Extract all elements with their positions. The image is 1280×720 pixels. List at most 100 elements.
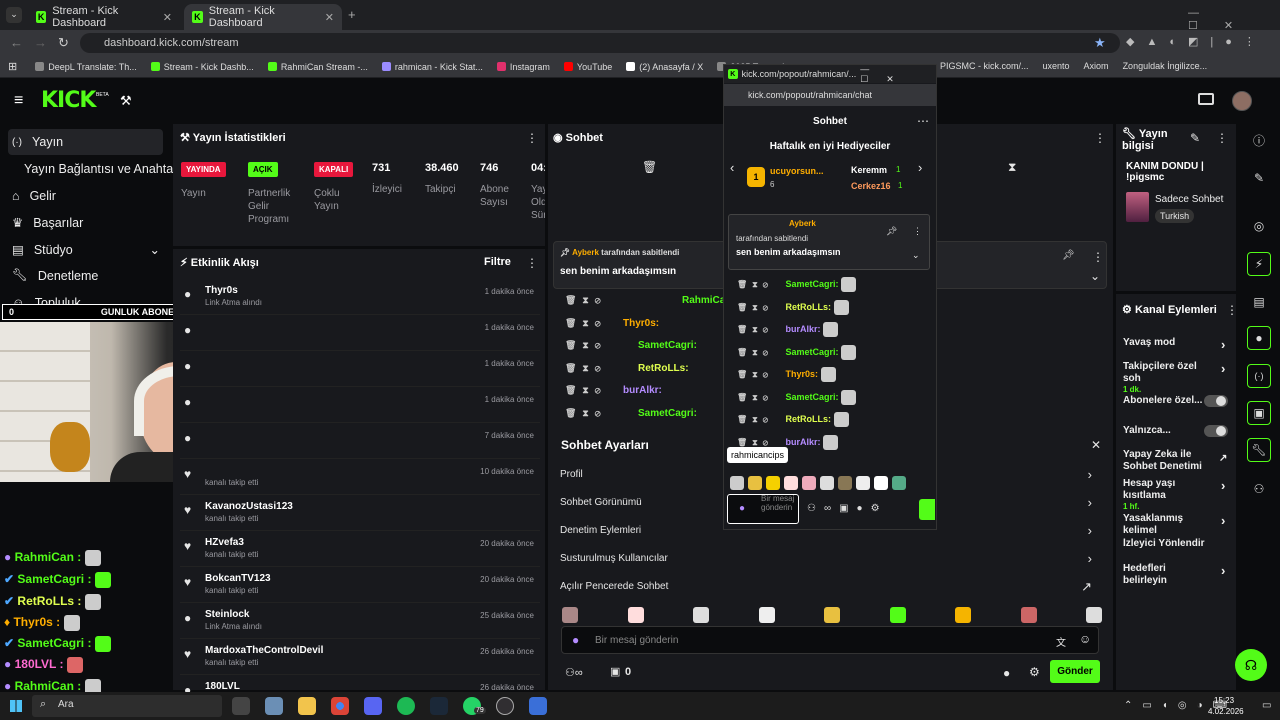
filter-button[interactable]: Filtre bbox=[484, 256, 511, 268]
app-icon[interactable] bbox=[265, 697, 283, 715]
gear-icon[interactable]: ⚙ bbox=[1029, 665, 1040, 679]
mod-actions-icon[interactable]: 🗑︎⧗⊘ bbox=[565, 340, 607, 350]
translate-icon[interactable]: 文 bbox=[1056, 634, 1066, 649]
apps-icon[interactable]: ⊞ bbox=[8, 60, 17, 73]
obs-icon[interactable] bbox=[496, 697, 514, 715]
more-icon[interactable]: ⋮ bbox=[1092, 250, 1104, 264]
sidebar-item-yayin[interactable]: (·) Yayın bbox=[8, 129, 163, 155]
emote[interactable] bbox=[562, 607, 578, 623]
pin-icon[interactable]: 📌︎ bbox=[1062, 250, 1075, 261]
emote[interactable] bbox=[784, 476, 798, 490]
chat-username[interactable]: Thyr0s: bbox=[623, 318, 659, 329]
wallet-icon[interactable] bbox=[1198, 93, 1214, 105]
more-icon[interactable]: ⋮ bbox=[913, 226, 922, 237]
mod-actions-icon[interactable]: 🗑︎⧗⊘ bbox=[737, 415, 773, 424]
new-tab-icon[interactable]: + bbox=[348, 7, 356, 22]
chevron-left-icon[interactable]: ‹ bbox=[730, 160, 734, 175]
sidebar-item-basarilar[interactable]: ♛ Başarılar bbox=[12, 215, 83, 231]
emoji-icon[interactable]: ☺ bbox=[1079, 632, 1091, 646]
sidebar-item-stream-key[interactable]: Yayın Bağlantısı ve Anahtarı bbox=[24, 162, 181, 176]
pin-icon[interactable]: 📌︎ bbox=[886, 226, 897, 237]
bookmark-item[interactable]: Stream - Kick Dashb... bbox=[150, 62, 254, 72]
channel-action-row[interactable]: Hesap yaşı kısıtlama 1 hf. › bbox=[1123, 478, 1228, 511]
popout-footer-icons[interactable]: ⚇∞▣●⚙ bbox=[807, 503, 888, 514]
chat-username[interactable]: Thyr0s: bbox=[786, 369, 819, 379]
emote[interactable] bbox=[1086, 607, 1102, 623]
bookmark-item[interactable]: Zonguldak İngilizce... bbox=[1123, 61, 1208, 71]
bookmark-item[interactable]: rahmican - Kick Stat... bbox=[381, 62, 483, 72]
bookmark-item[interactable]: uxento bbox=[1043, 61, 1070, 71]
toggle-switch[interactable] bbox=[1204, 395, 1228, 407]
chat-username[interactable]: RetRoLLs: bbox=[786, 414, 832, 424]
edit-icon[interactable]: ✎ bbox=[1190, 131, 1200, 145]
channel-action-row[interactable]: Takipçilere özel soh 1 dk. › bbox=[1123, 361, 1228, 394]
emote[interactable] bbox=[838, 476, 852, 490]
channel-action-row[interactable]: Hedefleri belirleyin › bbox=[1123, 563, 1228, 587]
pencil-icon[interactable]: ✎ bbox=[1247, 166, 1271, 190]
hourglass-icon[interactable]: ⧗ bbox=[1008, 160, 1016, 175]
avatar[interactable] bbox=[1232, 91, 1252, 111]
chat-username[interactable]: SametCagri: bbox=[638, 340, 697, 351]
bookmark-item[interactable]: PIGSMC - kick.com/... bbox=[940, 61, 1029, 71]
chat-username[interactable]: burAlkr: bbox=[786, 437, 821, 447]
emote[interactable] bbox=[627, 607, 644, 623]
more-icon[interactable]: ⋮ bbox=[1216, 131, 1228, 145]
mod-actions-icon[interactable]: 🗑︎⧗⊘ bbox=[565, 363, 607, 373]
bookmark-item[interactable]: (2) Anasayfa / X bbox=[626, 62, 703, 72]
support-button[interactable]: ☊ bbox=[1235, 649, 1267, 681]
forward-icon[interactable]: → bbox=[34, 35, 47, 50]
steam-icon[interactable] bbox=[430, 697, 448, 715]
mod-actions-icon[interactable]: 🗑︎⧗⊘ bbox=[737, 325, 773, 334]
target-icon[interactable]: ◎ bbox=[1247, 214, 1271, 238]
chat-setting-row[interactable]: Açılır Pencerede Sohbet ↗ bbox=[560, 579, 1100, 594]
info-icon[interactable]: ⓘ bbox=[1247, 128, 1271, 152]
more-icon[interactable]: ⋮ bbox=[1094, 131, 1106, 145]
sidebar-item-studyo[interactable]: ▤ Stüdyo ⌄ bbox=[12, 242, 160, 258]
folder-icon[interactable] bbox=[298, 697, 316, 715]
emote[interactable] bbox=[766, 476, 780, 490]
window-controls[interactable]: —☐✕ bbox=[860, 64, 936, 85]
bookmark-item[interactable]: RahmiCan Stream -... bbox=[267, 62, 368, 72]
tab-stream-1[interactable]: K Stream - Kick Dashboard ✕ bbox=[28, 4, 180, 30]
chat-bubble-icon[interactable]: ● bbox=[1003, 666, 1010, 680]
emote[interactable] bbox=[820, 476, 834, 490]
more-icon[interactable]: ⋮ bbox=[1226, 303, 1238, 317]
chat-username[interactable]: SametCagri: bbox=[638, 408, 697, 419]
mod-actions-icon[interactable]: 🗑︎⧗⊘ bbox=[565, 408, 607, 418]
bookmark-item[interactable]: Instagram bbox=[496, 62, 550, 72]
broadcast-icon[interactable]: (·) bbox=[1247, 364, 1271, 388]
emote[interactable] bbox=[730, 476, 744, 490]
emote[interactable] bbox=[889, 607, 906, 623]
channel-action-row[interactable]: Yapay Zeka ile Sohbet Denetimi ↗ bbox=[1123, 449, 1228, 473]
chat-username[interactable]: burAlkr: bbox=[786, 324, 821, 334]
extension-icons[interactable]: ◆▲◐◩|●⋮ bbox=[1126, 35, 1267, 48]
trash-icon[interactable]: 🗑︎ bbox=[642, 160, 657, 174]
emote[interactable] bbox=[748, 476, 762, 490]
mod-actions-icon[interactable]: 🗑︎⧗⊘ bbox=[737, 370, 773, 379]
bookmark-star-icon[interactable]: ★ bbox=[1094, 35, 1106, 51]
chat-username[interactable]: RetRoLLs: bbox=[638, 363, 689, 374]
mod-actions-icon[interactable]: 🗑︎⧗⊘ bbox=[737, 393, 773, 402]
emote[interactable] bbox=[874, 476, 888, 490]
send-button[interactable]: Gönder bbox=[1050, 660, 1100, 683]
toggle-switch[interactable] bbox=[1204, 425, 1228, 437]
bookmark-item[interactable]: Axiom bbox=[1084, 61, 1109, 71]
emote[interactable] bbox=[856, 476, 870, 490]
emote[interactable] bbox=[824, 607, 840, 623]
emote[interactable] bbox=[955, 607, 971, 623]
sidebar-item-gelir[interactable]: ⌂ Gelir bbox=[12, 189, 56, 203]
clipboard-icon[interactable]: ▤ bbox=[1247, 290, 1271, 314]
wallet-icon[interactable]: ▣ bbox=[1247, 401, 1271, 425]
more-icon[interactable]: ⋯ bbox=[917, 114, 929, 128]
gift-icon[interactable]: ▣ bbox=[610, 665, 620, 678]
more-icon[interactable]: ⋮ bbox=[526, 131, 538, 145]
chat-username[interactable]: SametCagri: bbox=[786, 347, 839, 357]
taskbar-search[interactable]: Ara bbox=[32, 695, 222, 717]
mod-actions-icon[interactable]: 🗑︎⧗⊘ bbox=[565, 385, 607, 395]
hammer-icon[interactable]: ⚒ bbox=[120, 93, 132, 109]
close-icon[interactable]: ✕ bbox=[1091, 438, 1101, 452]
bookmark-item[interactable]: DeepL Translate: Th... bbox=[35, 62, 137, 72]
chrome-icon[interactable] bbox=[331, 697, 349, 715]
chevron-down-icon[interactable]: ⌄ bbox=[1090, 269, 1100, 283]
back-icon[interactable]: ← bbox=[10, 35, 23, 50]
